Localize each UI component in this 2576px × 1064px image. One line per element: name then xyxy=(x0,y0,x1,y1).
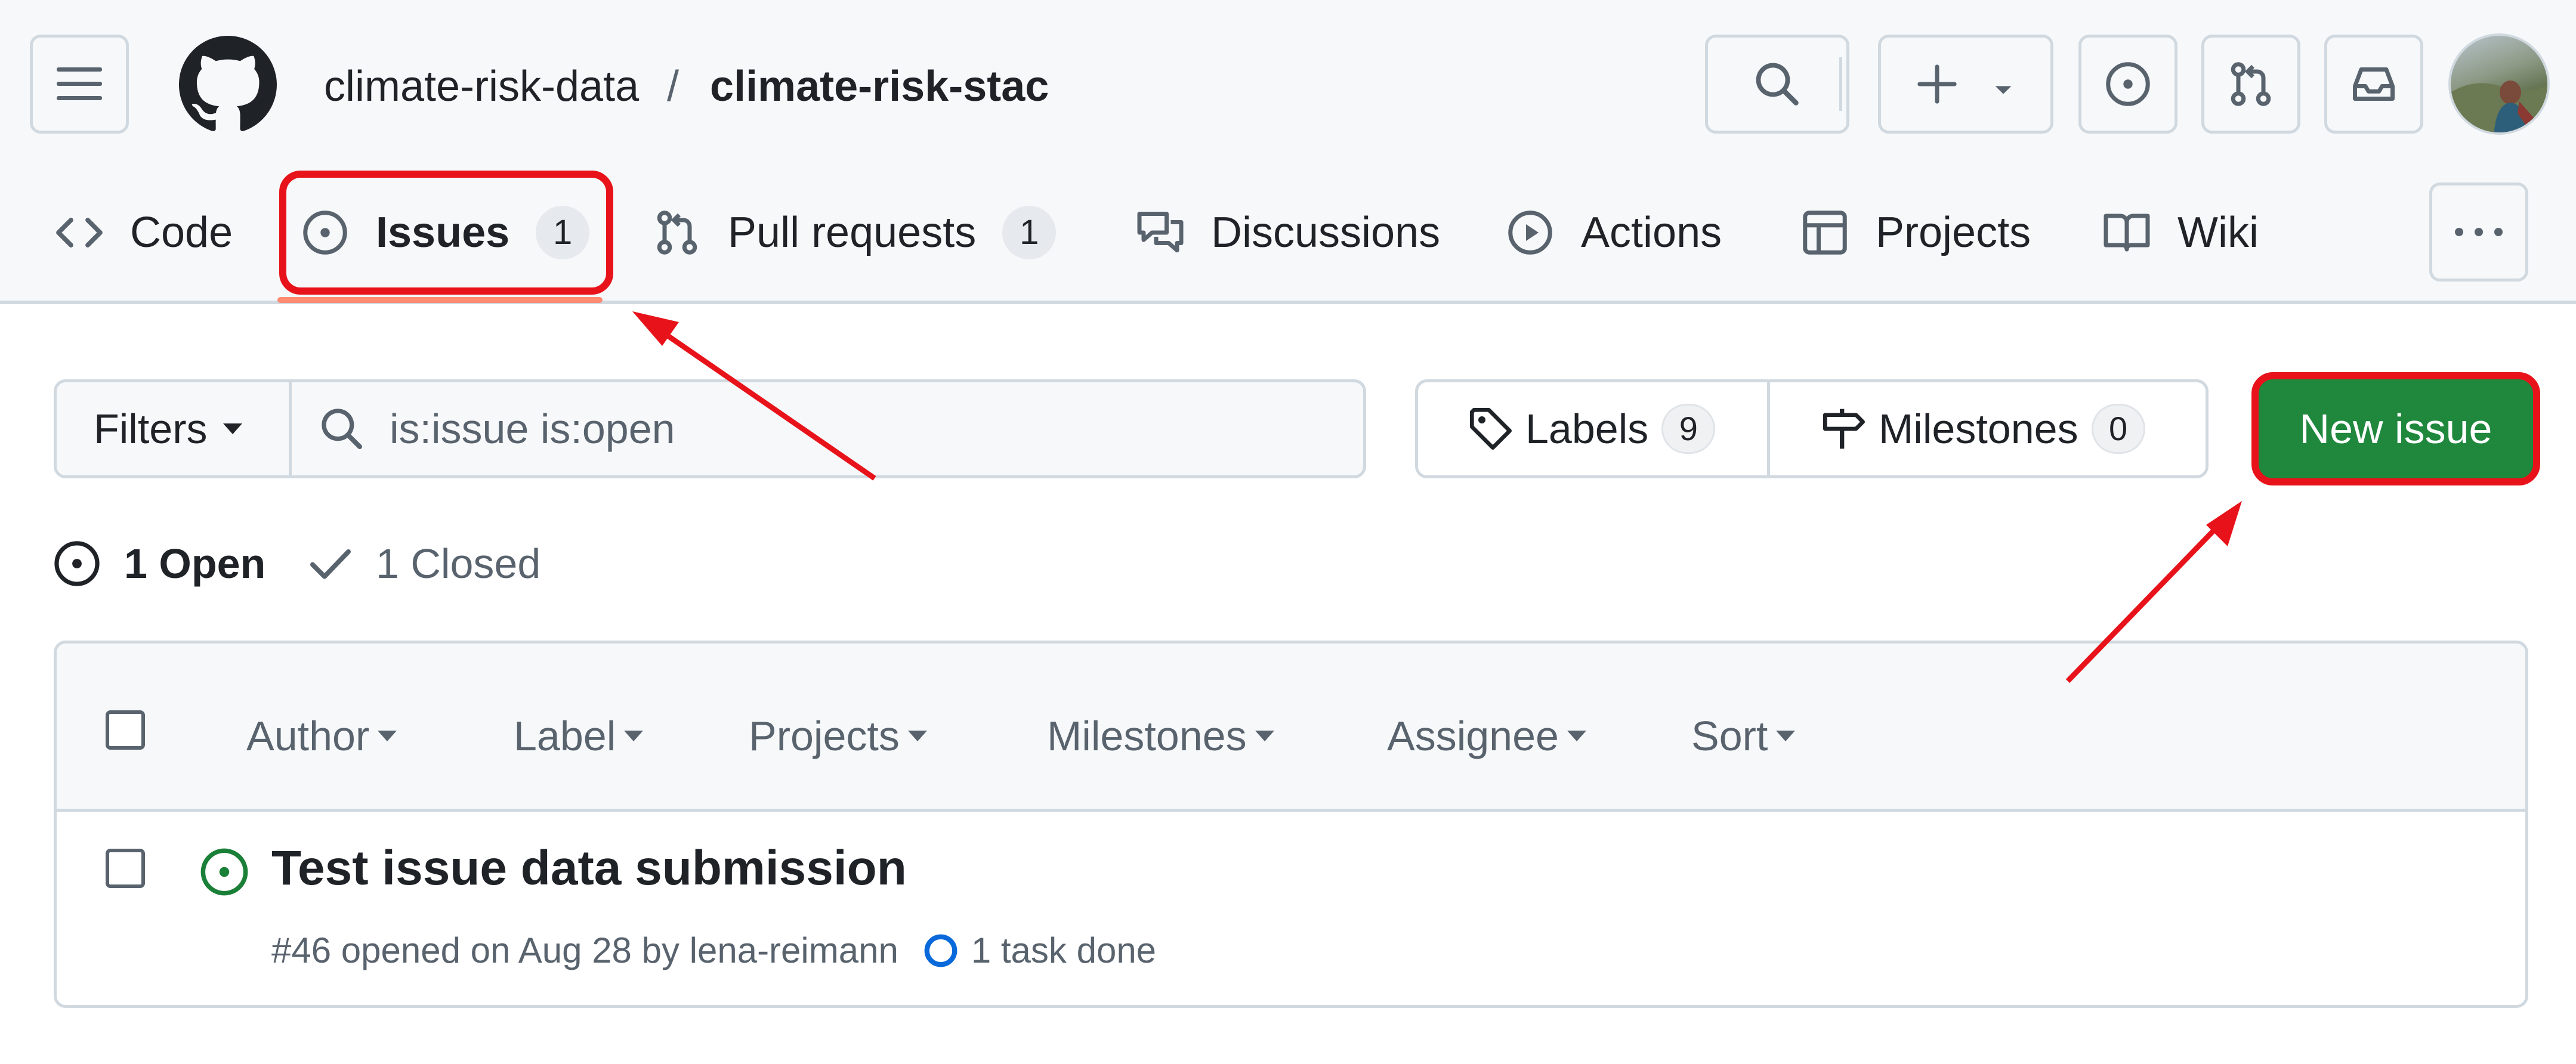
tag-icon xyxy=(1470,408,1512,450)
open-count-label: 1 Open xyxy=(124,540,266,587)
more-tabs-button[interactable] xyxy=(2429,183,2528,282)
labels-label: Labels xyxy=(1525,406,1649,452)
git-pull-request-icon xyxy=(2231,62,2271,106)
tab-pull-requests-label: Pull requests xyxy=(728,209,977,256)
label-filter-label: Label xyxy=(514,713,616,759)
open-issues-toggle[interactable]: 1 Open xyxy=(51,534,265,593)
select-all-checkbox[interactable] xyxy=(106,710,145,750)
assignee-filter-menu[interactable]: Assignee xyxy=(1387,709,1586,763)
author-filter-menu[interactable]: Author xyxy=(246,709,397,763)
chevron-down-icon xyxy=(624,731,644,741)
task-progress-label: 1 task done xyxy=(971,930,1157,970)
tab-pull-requests[interactable]: Pull requests 1 xyxy=(650,197,1057,268)
github-logo[interactable] xyxy=(179,36,277,134)
tab-code-label: Code xyxy=(130,209,233,256)
milestones-label: Milestones xyxy=(1879,406,2078,452)
tab-code[interactable]: Code xyxy=(52,197,233,268)
tab-projects[interactable]: Projects xyxy=(1798,197,2031,268)
breadcrumb-owner[interactable]: climate-risk-data xyxy=(324,60,639,113)
chevron-down-icon xyxy=(223,423,242,434)
assignee-filter-label: Assignee xyxy=(1387,713,1559,759)
tab-actions-label: Actions xyxy=(1581,209,1722,256)
task-progress-icon xyxy=(924,934,957,967)
tab-discussions[interactable]: Discussions xyxy=(1133,197,1440,268)
plus-icon xyxy=(1917,64,1957,104)
issues-list: Author Label Projects Milestones Assigne… xyxy=(54,641,2528,1008)
milestone-icon xyxy=(1823,409,1865,449)
inbox-button[interactable] xyxy=(2324,35,2423,134)
issues-tab-highlight xyxy=(279,171,613,295)
pull-requests-header-button[interactable] xyxy=(2201,35,2300,134)
closed-issues-toggle[interactable]: 1 Closed xyxy=(307,534,540,593)
arrowhead-issues xyxy=(632,311,679,346)
inbox-icon xyxy=(2353,67,2395,101)
sort-label: Sort xyxy=(1691,713,1768,759)
tab-wiki-label: Wiki xyxy=(2177,209,2259,256)
search-button[interactable] xyxy=(1705,35,1849,134)
chevron-down-icon xyxy=(1995,86,2012,94)
breadcrumb-separator: / xyxy=(667,63,679,110)
header-divider xyxy=(1839,57,1842,111)
create-new-button[interactable] xyxy=(1878,35,2053,134)
new-issue-highlight xyxy=(2251,372,2540,485)
labels-milestones-group: Labels 9 Milestones 0 xyxy=(1415,379,2209,478)
play-icon xyxy=(1503,206,1557,259)
search-icon xyxy=(322,409,362,449)
tab-discussions-label: Discussions xyxy=(1211,209,1441,256)
sort-menu[interactable]: Sort xyxy=(1691,709,1796,763)
issues-search-input[interactable]: is:issue is:open xyxy=(289,379,1366,478)
filters-dropdown[interactable]: Filters xyxy=(54,379,292,478)
github-mark-icon xyxy=(179,36,277,131)
issue-opened-icon xyxy=(2106,62,2150,106)
chevron-down-icon xyxy=(1776,731,1796,741)
issue-title-link[interactable]: Test issue data submission xyxy=(271,840,907,896)
issue-opened-icon xyxy=(200,848,248,896)
chevron-down-icon xyxy=(1255,731,1274,741)
kebab-horizontal-icon xyxy=(2455,228,2503,236)
labels-counter: 9 xyxy=(1661,404,1716,454)
search-icon xyxy=(1756,63,1799,106)
projects-filter-menu[interactable]: Projects xyxy=(749,709,927,763)
issue-row-checkbox[interactable] xyxy=(106,849,145,888)
issues-header-button[interactable] xyxy=(2078,35,2177,134)
milestones-counter: 0 xyxy=(2091,404,2145,454)
tab-wiki[interactable]: Wiki xyxy=(2100,197,2259,268)
tab-projects-label: Projects xyxy=(1876,209,2031,256)
table-icon xyxy=(1798,206,1852,259)
issues-list-header: Author Label Projects Milestones Assigne… xyxy=(57,644,2525,812)
chevron-down-icon xyxy=(378,731,397,741)
search-query-text: is:issue is:open xyxy=(390,406,675,452)
book-icon xyxy=(2100,206,2154,259)
tab-actions[interactable]: Actions xyxy=(1503,197,1722,268)
milestones-filter-menu[interactable]: Milestones xyxy=(1047,709,1274,763)
selected-tab-underline xyxy=(277,297,603,303)
filters-label: Filters xyxy=(94,406,208,452)
breadcrumb-repo[interactable]: climate-risk-stac xyxy=(710,60,1049,113)
tab-pull-requests-counter: 1 xyxy=(1002,206,1057,259)
issue-meta: #46 opened on Aug 28 by lena-reimann 1 t… xyxy=(271,930,1156,971)
issue-opened-icon xyxy=(54,541,100,586)
menu-button[interactable] xyxy=(30,35,129,134)
milestones-filter-label: Milestones xyxy=(1047,713,1247,759)
labels-button[interactable]: Labels 9 xyxy=(1418,382,1770,475)
chevron-down-icon xyxy=(907,731,927,741)
issue-opened-info: #46 opened on Aug 28 by lena-reimann xyxy=(271,930,898,970)
milestones-button[interactable]: Milestones 0 xyxy=(1770,382,2145,475)
projects-filter-label: Projects xyxy=(749,713,900,759)
code-icon xyxy=(52,206,106,259)
closed-count-label: 1 Closed xyxy=(376,540,541,587)
user-avatar[interactable] xyxy=(2448,33,2550,135)
git-pull-request-icon xyxy=(650,206,704,259)
arrowhead-new-issue xyxy=(2206,501,2242,546)
label-filter-menu[interactable]: Label xyxy=(514,709,644,763)
check-icon xyxy=(310,549,351,579)
chevron-down-icon xyxy=(1567,731,1586,741)
hamburger-icon xyxy=(57,67,102,100)
author-filter-label: Author xyxy=(246,713,370,759)
comment-discussion-icon xyxy=(1133,206,1187,259)
